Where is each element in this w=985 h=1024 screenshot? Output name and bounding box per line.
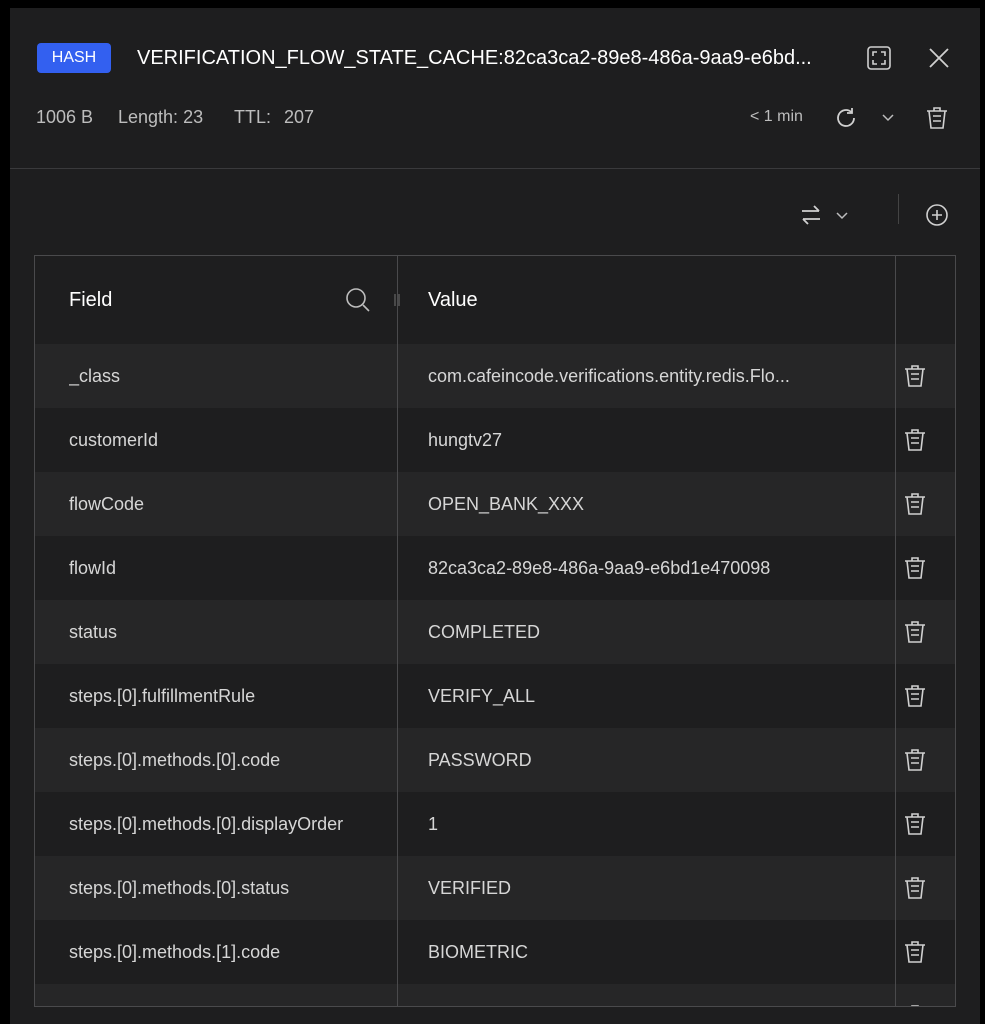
table-row[interactable]: _class com.cafeincode.verifications.entit…	[35, 344, 955, 408]
trash-icon[interactable]	[901, 554, 929, 582]
plus-circle-icon[interactable]	[924, 202, 950, 228]
table-header: Field Value	[35, 256, 955, 345]
table-body: _class com.cafeincode.verifications.entit…	[35, 344, 955, 1006]
trash-icon[interactable]	[901, 810, 929, 838]
key-ttl[interactable]: TTL: 207	[234, 106, 314, 128]
key-length: Length: 23	[118, 106, 203, 128]
length-label: Length:	[118, 107, 179, 127]
field-cell[interactable]: customerId	[69, 408, 389, 472]
table-row[interactable]: flowCode OPEN_BANK_XXX	[35, 472, 955, 536]
key-header: HASH VERIFICATION_FLOW_STATE_CACHE:82ca3…	[10, 8, 980, 169]
value-cell[interactable]: VERIFY_ALL	[428, 664, 878, 728]
value-cell[interactable]: VERIFIED	[428, 856, 878, 920]
field-cell[interactable]: status	[69, 600, 389, 664]
table-row[interactable]: steps.[0].methods.[1].code BIOMETRIC	[35, 920, 955, 984]
value-cell[interactable]: hungtv27	[428, 408, 878, 472]
trash-icon[interactable]	[901, 746, 929, 774]
table-row[interactable]: steps.[0].methods.[0].status VERIFIED	[35, 856, 955, 920]
table-row[interactable]: steps.[0].methods.[0].displayOrder 1	[35, 792, 955, 856]
value-column-header[interactable]: Value	[428, 289, 478, 312]
field-cell[interactable]: steps.[0].methods.[0].code	[69, 728, 389, 792]
trash-icon[interactable]	[901, 1002, 929, 1006]
refresh-icon[interactable]	[832, 104, 860, 132]
toolbar-divider	[898, 194, 899, 224]
table-row[interactable]: steps.[0].methods.[1].displayOrder 2	[35, 984, 955, 1006]
value-cell[interactable]: PASSWORD	[428, 728, 878, 792]
table-row[interactable]: steps.[0].methods.[0].code PASSWORD	[35, 728, 955, 792]
field-cell[interactable]: steps.[0].methods.[0].status	[69, 856, 389, 920]
key-size: 1006 B	[36, 107, 94, 127]
chevron-down-icon[interactable]	[880, 110, 896, 126]
value-cell[interactable]: com.cafeincode.verifications.entity.redi…	[428, 344, 878, 408]
key-details-panel: HASH VERIFICATION_FLOW_STATE_CACHE:82ca3…	[10, 8, 980, 1024]
trash-icon[interactable]	[901, 490, 929, 518]
field-cell[interactable]: steps.[0].methods.[1].code	[69, 920, 389, 984]
format-chevron-down-icon[interactable]	[834, 209, 850, 223]
trash-icon[interactable]	[901, 362, 929, 390]
ttl-value[interactable]: 207	[284, 107, 314, 127]
length-value: 23	[183, 107, 204, 127]
swap-arrows-icon[interactable]	[798, 202, 824, 228]
column-divider	[895, 256, 896, 1006]
field-cell[interactable]: _class	[69, 344, 389, 408]
table-row[interactable]: steps.[0].fulfillmentRule VERIFY_ALL	[35, 664, 955, 728]
table-row[interactable]: customerId hungtv27	[35, 408, 955, 472]
field-cell[interactable]: flowId	[69, 536, 389, 600]
table-toolbar	[10, 168, 980, 254]
trash-icon[interactable]	[901, 874, 929, 902]
table-row[interactable]: flowId 82ca3ca2-89e8-486a-9aa9-e6bd1e4700…	[35, 536, 955, 600]
value-cell[interactable]: OPEN_BANK_XXX	[428, 472, 878, 536]
value-cell[interactable]: 82ca3ca2-89e8-486a-9aa9-e6bd1e470098	[428, 536, 878, 600]
value-cell[interactable]: COMPLETED	[428, 600, 878, 664]
close-icon[interactable]	[925, 44, 953, 72]
key-name-title[interactable]: VERIFICATION_FLOW_STATE_CACHE:82ca3ca2-8…	[137, 45, 852, 71]
column-divider	[397, 256, 398, 1006]
value-cell[interactable]: BIOMETRIC	[428, 920, 878, 984]
search-icon[interactable]	[344, 286, 372, 314]
key-type-badge: HASH	[37, 43, 111, 73]
table-row[interactable]: status COMPLETED	[35, 600, 955, 664]
trash-icon[interactable]	[901, 938, 929, 966]
hash-fields-table: Field Value _class com.cafeincode.verific…	[34, 255, 956, 1007]
trash-icon[interactable]	[901, 682, 929, 710]
field-cell[interactable]: flowCode	[69, 472, 389, 536]
value-cell[interactable]: 1	[428, 792, 878, 856]
trash-icon[interactable]	[901, 426, 929, 454]
field-cell[interactable]: steps.[0].methods.[0].displayOrder	[69, 792, 389, 856]
delete-key-icon[interactable]	[923, 104, 951, 132]
field-column-header[interactable]: Field	[69, 289, 112, 312]
field-cell[interactable]: steps.[0].methods.[1].displayOrder	[69, 984, 389, 1006]
last-refresh-time: < 1 min	[750, 108, 803, 125]
ttl-label: TTL:	[234, 107, 272, 127]
trash-icon[interactable]	[901, 618, 929, 646]
fullscreen-icon[interactable]	[865, 44, 893, 72]
field-cell[interactable]: steps.[0].fulfillmentRule	[69, 664, 389, 728]
value-cell[interactable]: 2	[428, 984, 878, 1006]
